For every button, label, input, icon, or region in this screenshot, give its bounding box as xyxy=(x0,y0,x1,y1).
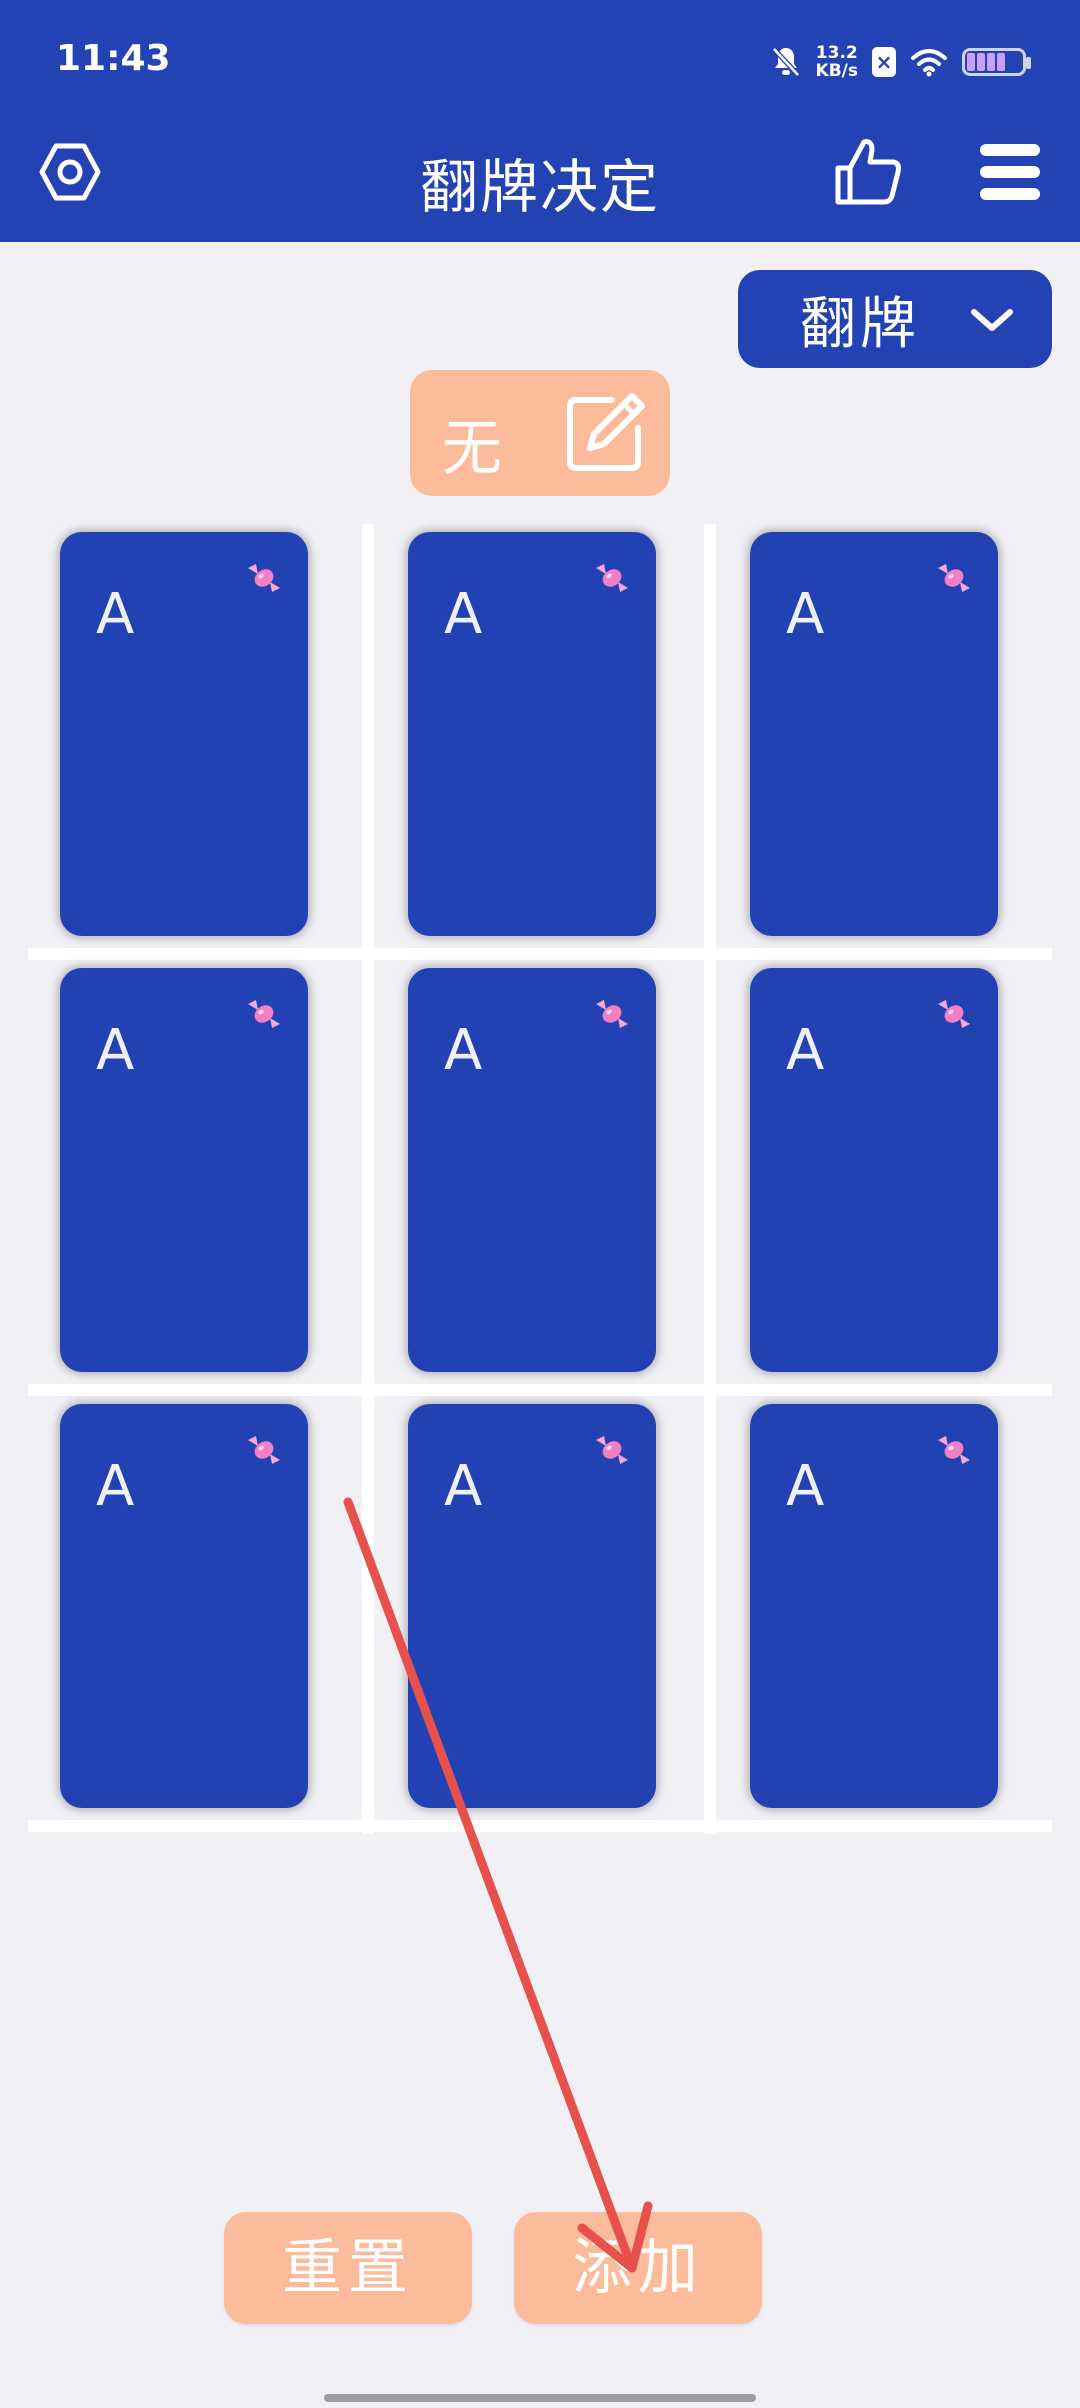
grid-divider xyxy=(28,1384,1052,1396)
reset-button[interactable]: 重置 xyxy=(224,2212,472,2324)
bell-off-icon xyxy=(771,47,800,77)
chevron-down-icon xyxy=(971,309,1013,331)
card[interactable]: A xyxy=(408,532,656,936)
candy-icon xyxy=(248,1000,280,1028)
thumbs-up-icon[interactable] xyxy=(832,136,904,208)
grid-divider xyxy=(28,1820,1052,1832)
candy-icon xyxy=(596,1436,628,1464)
wifi-icon xyxy=(911,49,947,77)
net-speed-value: 13.2 xyxy=(815,43,858,63)
title-pill-text: 无 xyxy=(442,414,502,484)
card-letter: A xyxy=(96,1454,135,1519)
candy-icon xyxy=(938,1436,970,1464)
battery-icon xyxy=(962,48,1031,76)
card-letter: A xyxy=(786,1454,825,1519)
top-bar: 11:43 13.2 KB/s × 翻牌决定 xyxy=(0,0,1080,242)
add-button[interactable]: 添加 xyxy=(514,2212,762,2324)
grid-divider xyxy=(704,524,716,1834)
card-letter: A xyxy=(444,1454,483,1519)
card[interactable]: A xyxy=(60,532,308,936)
card[interactable]: A xyxy=(750,968,998,1372)
grid-divider xyxy=(28,948,1052,960)
candy-icon xyxy=(248,1436,280,1464)
mode-dropdown[interactable]: 翻牌 xyxy=(738,270,1052,368)
candy-icon xyxy=(938,564,970,592)
title-pill[interactable]: 无 xyxy=(410,370,670,496)
card-letter: A xyxy=(444,1018,483,1083)
menu-icon[interactable] xyxy=(978,142,1042,202)
card-letter: A xyxy=(444,582,483,647)
close-badge-icon: × xyxy=(872,47,896,77)
net-speed: 13.2 KB/s xyxy=(816,44,858,80)
card[interactable]: A xyxy=(60,968,308,1372)
page-title: 翻牌决定 xyxy=(419,153,660,221)
candy-icon xyxy=(248,564,280,592)
card[interactable]: A xyxy=(750,1404,998,1808)
mode-dropdown-label: 翻牌 xyxy=(800,291,920,357)
card-letter: A xyxy=(96,1018,135,1083)
candy-icon xyxy=(596,1000,628,1028)
card-letter: A xyxy=(96,582,135,647)
home-indicator xyxy=(324,2394,756,2402)
card[interactable]: A xyxy=(60,1404,308,1808)
net-speed-unit: KB/s xyxy=(815,61,858,81)
grid-divider xyxy=(362,524,374,1834)
card-letter: A xyxy=(786,1018,825,1083)
status-icons: 13.2 KB/s × xyxy=(770,40,1031,84)
status-time: 11:43 xyxy=(56,38,171,79)
card[interactable]: A xyxy=(408,1404,656,1808)
card[interactable]: A xyxy=(750,532,998,936)
candy-icon xyxy=(938,1000,970,1028)
candy-icon xyxy=(596,564,628,592)
edit-icon[interactable] xyxy=(562,390,648,476)
card[interactable]: A xyxy=(408,968,656,1372)
card-letter: A xyxy=(786,582,825,647)
